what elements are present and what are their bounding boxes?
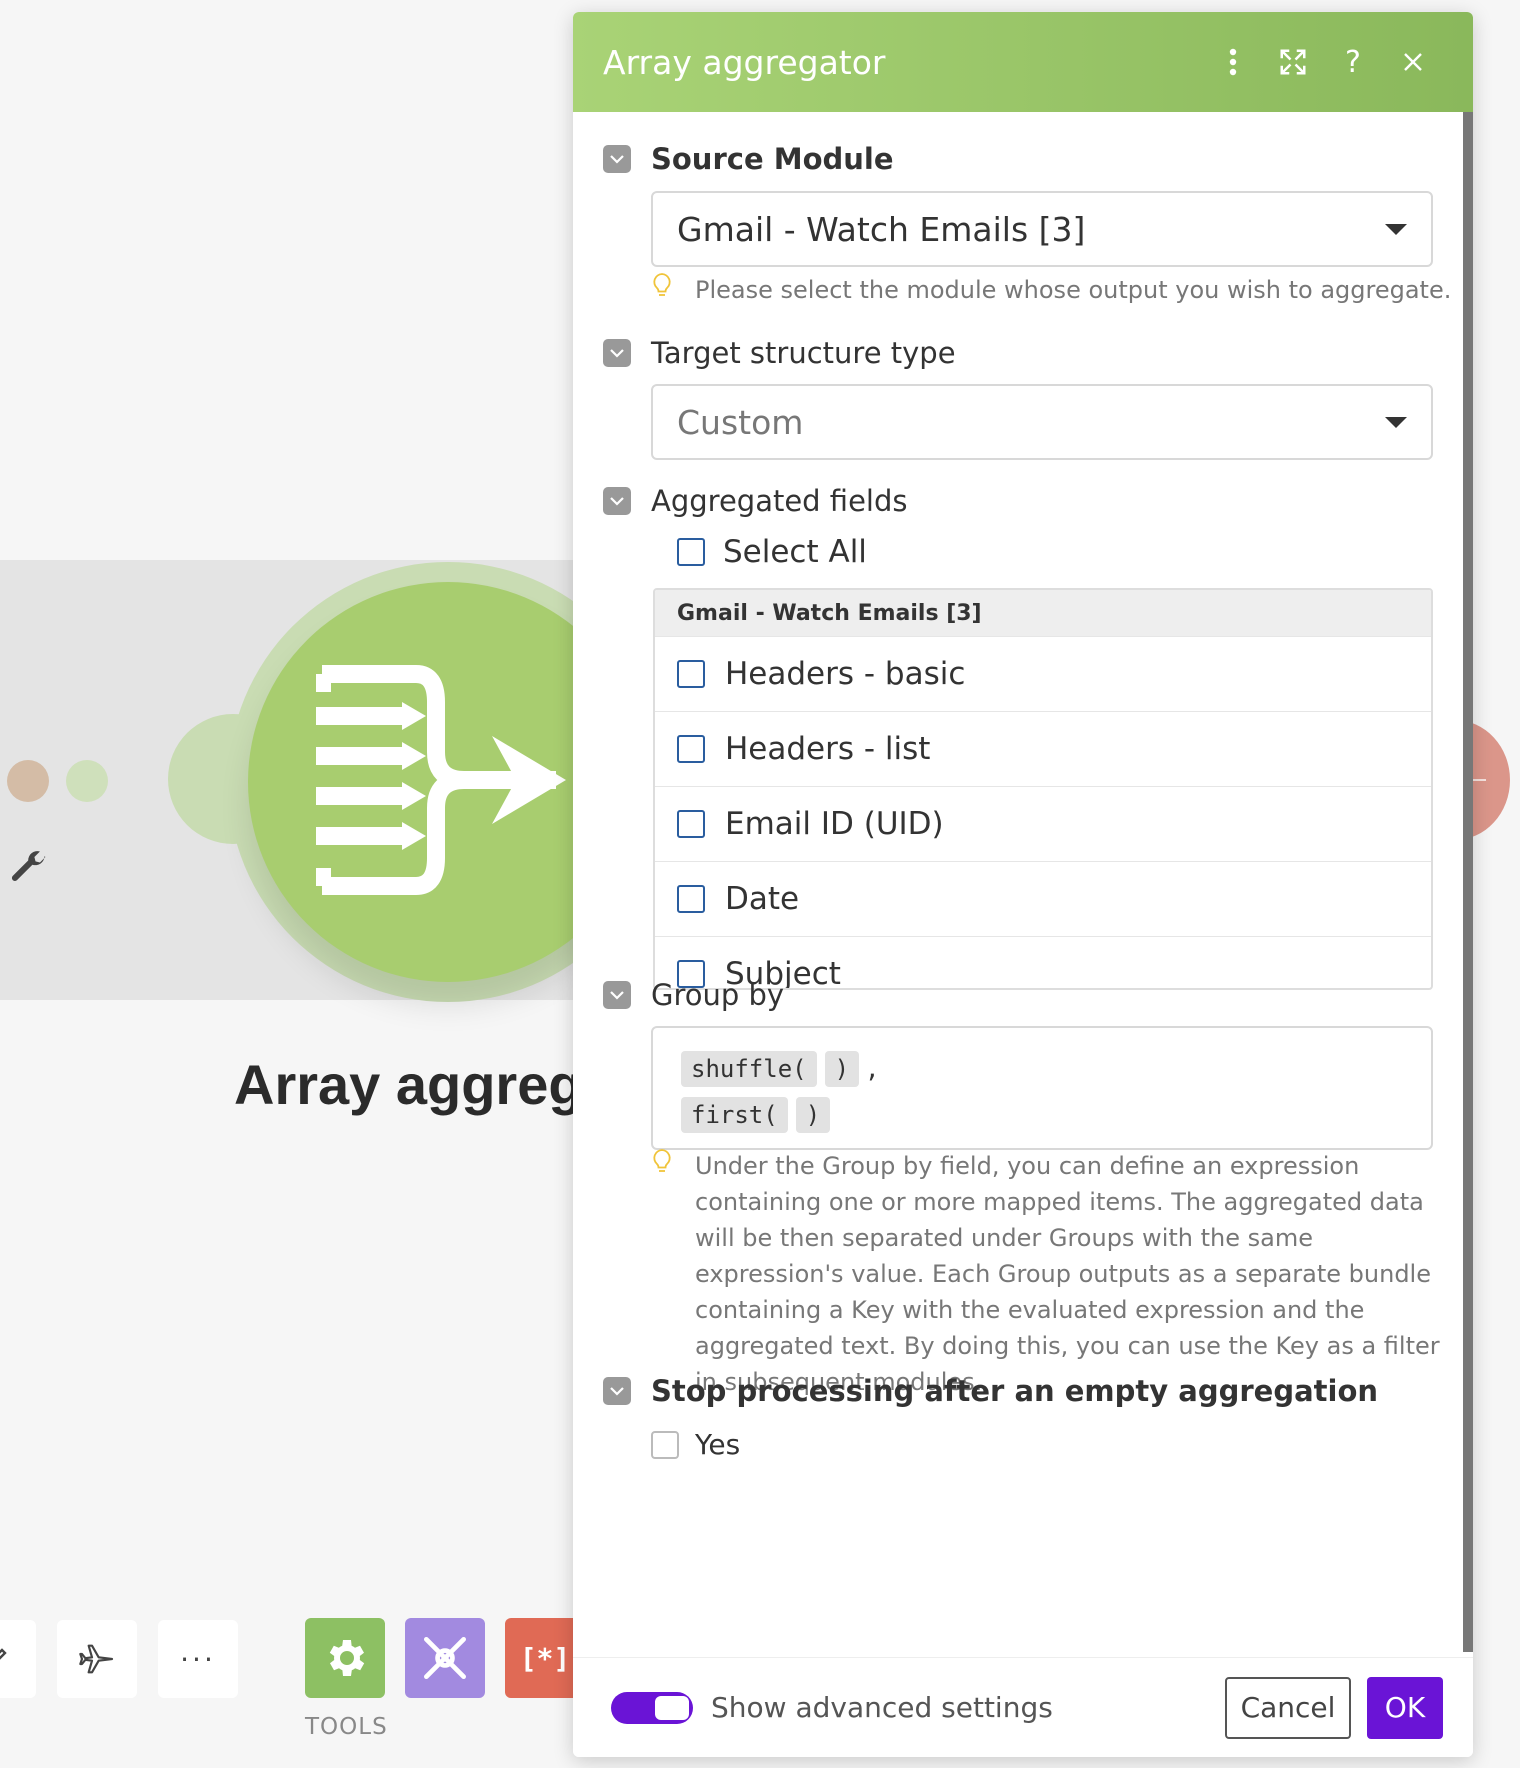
select-all-label: Select All	[723, 534, 867, 570]
stop-processing-section: Stop processing after an empty aggregati…	[603, 1374, 1378, 1408]
caret-down-icon	[1385, 416, 1407, 428]
chevron-down-icon[interactable]	[603, 981, 631, 1009]
airplane-icon	[79, 1644, 114, 1674]
hint-text: Under the Group by field, you can define…	[695, 1152, 1440, 1396]
more-vert-icon[interactable]	[1203, 37, 1263, 87]
field-checkbox[interactable]	[677, 660, 705, 688]
tools-flow-control-button[interactable]	[405, 1618, 485, 1698]
dialog-body: Source Module Gmail - Watch Emails [3] P…	[573, 112, 1463, 1667]
more-button[interactable]: ···	[158, 1620, 238, 1698]
function-pill-close[interactable]: )	[824, 1051, 860, 1087]
field-label: Headers - basic	[725, 656, 966, 692]
target-structure-label: Target structure type	[651, 336, 956, 370]
field-item-email-id[interactable]: Email ID (UID)	[655, 786, 1431, 861]
close-icon[interactable]	[1383, 37, 1443, 87]
field-item-headers-basic[interactable]: Headers - basic	[655, 636, 1431, 711]
tools-gear-button[interactable]	[305, 1618, 385, 1698]
gear-icon	[329, 1640, 365, 1676]
help-icon[interactable]: ?	[1323, 37, 1383, 87]
field-checkbox[interactable]	[677, 735, 705, 763]
group-by-section: Group by	[603, 978, 784, 1012]
source-module-hint: Please select the module whose output yo…	[651, 272, 1451, 309]
field-item-date[interactable]: Date	[655, 861, 1431, 936]
advanced-settings-toggle[interactable]	[611, 1691, 693, 1724]
chevron-down-icon[interactable]	[603, 1377, 631, 1405]
dialog-header: Array aggregator ?	[573, 12, 1473, 112]
aggregated-fields-list[interactable]: Gmail - Watch Emails [3] Headers - basic…	[653, 588, 1433, 990]
target-structure-select[interactable]: Custom	[651, 384, 1433, 460]
pencil-plus-icon	[0, 1648, 7, 1660]
group-by-label: Group by	[651, 978, 785, 1012]
fields-group-header: Gmail - Watch Emails [3]	[655, 590, 1431, 636]
select-all-option[interactable]: Select All	[677, 534, 867, 570]
stop-processing-option[interactable]: Yes	[651, 1428, 740, 1461]
tools-icon	[424, 1637, 466, 1679]
function-pill-close[interactable]: )	[795, 1097, 831, 1133]
target-structure-section: Target structure type	[603, 336, 956, 370]
field-label: Date	[725, 881, 800, 917]
aggregator-icon	[316, 665, 566, 895]
yes-checkbox[interactable]	[651, 1430, 679, 1459]
source-module-label: Source Module	[651, 142, 894, 176]
module-title: Array aggrega	[234, 1053, 614, 1116]
group-by-hint: Under the Group by field, you can define…	[651, 1148, 1441, 1400]
advanced-settings-label: Show advanced settings	[711, 1691, 1053, 1724]
yes-label: Yes	[695, 1428, 741, 1461]
chevron-down-icon[interactable]	[603, 339, 631, 367]
ok-button[interactable]: OK	[1367, 1676, 1443, 1739]
chevron-down-icon[interactable]	[603, 487, 631, 515]
function-pill[interactable]: first(	[681, 1097, 788, 1133]
source-module-select[interactable]: Gmail - Watch Emails [3]	[651, 191, 1433, 267]
expand-icon[interactable]	[1263, 37, 1323, 87]
field-item-headers-list[interactable]: Headers - list	[655, 711, 1431, 786]
function-pill[interactable]: shuffle(	[681, 1051, 817, 1087]
aggregated-fields-label: Aggregated fields	[651, 484, 908, 518]
source-module-value: Gmail - Watch Emails [3]	[677, 209, 1086, 249]
lightbulb-icon	[651, 1148, 679, 1400]
target-structure-value: Custom	[677, 402, 804, 442]
hint-text: Please select the module whose output yo…	[695, 276, 1452, 304]
dialog-title: Array aggregator	[603, 42, 886, 82]
field-label: Headers - list	[725, 731, 931, 767]
source-module-section: Source Module	[603, 142, 894, 176]
field-checkbox[interactable]	[677, 810, 705, 838]
field-label: Email ID (UID)	[725, 806, 944, 842]
lightbulb-icon	[651, 272, 679, 309]
cancel-button[interactable]: Cancel	[1225, 1676, 1351, 1739]
module-settings-dialog: Array aggregator ? Source Module Gmail -…	[573, 12, 1473, 1757]
select-all-checkbox[interactable]	[677, 538, 705, 566]
separator: ,	[865, 1055, 880, 1083]
field-checkbox[interactable]	[677, 885, 705, 913]
tools-label: TOOLS	[305, 1714, 388, 1740]
dialog-scrollbar[interactable]	[1463, 112, 1473, 1652]
chevron-down-icon[interactable]	[603, 145, 631, 173]
stop-processing-label: Stop processing after an empty aggregati…	[651, 1374, 1379, 1408]
auto-align-button[interactable]	[57, 1620, 137, 1698]
edit-notes-button[interactable]	[0, 1620, 36, 1698]
caret-down-icon	[1385, 223, 1407, 235]
connection-dot[interactable]	[66, 760, 108, 802]
connection-dot[interactable]	[7, 760, 49, 802]
aggregated-fields-section: Aggregated fields	[603, 484, 907, 518]
dialog-footer: Show advanced settings Cancel OK	[573, 1657, 1473, 1757]
group-by-input[interactable]: shuffle( ) , first( )	[651, 1026, 1433, 1150]
wrench-icon[interactable]	[6, 846, 50, 890]
